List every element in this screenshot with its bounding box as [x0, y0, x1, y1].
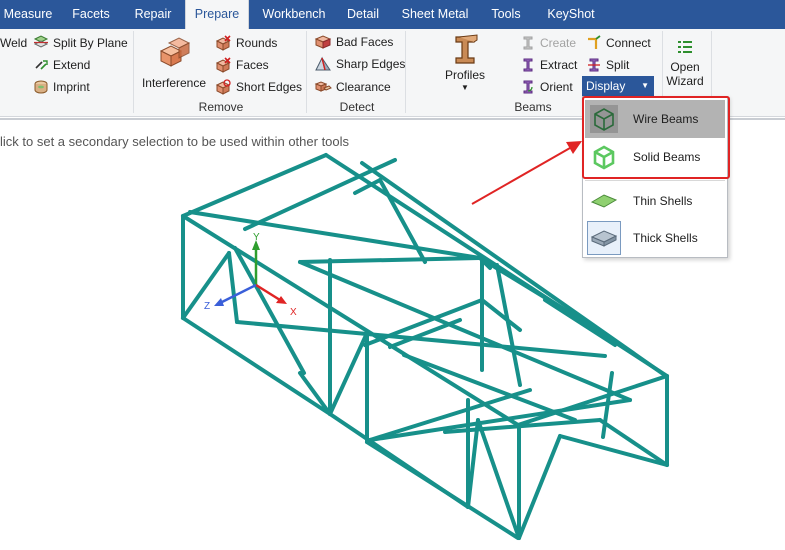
thin-shells-icon	[587, 184, 621, 218]
solid-beams-icon	[587, 140, 621, 174]
thick-shells-icon	[587, 221, 621, 255]
menu-item-label: Thin Shells	[633, 194, 693, 208]
menu-separator	[585, 180, 725, 181]
display-dropdown-menu: Wire Beams Solid Beams Thin Shells Thick…	[582, 96, 728, 258]
menu-item-thin-shells[interactable]: Thin Shells	[585, 182, 725, 220]
app-window: Measure Facets Repair Prepare Workbench …	[0, 0, 785, 550]
axis-label-x: X	[290, 307, 297, 318]
menu-item-label: Thick Shells	[633, 231, 698, 245]
menu-item-thick-shells[interactable]: Thick Shells	[585, 219, 725, 257]
menu-item-wire-beams[interactable]: Wire Beams	[585, 100, 725, 138]
axis-label-z: Z	[204, 301, 210, 312]
menu-item-solid-beams[interactable]: Solid Beams	[585, 138, 725, 176]
beam-frame-model[interactable]: Y X Z	[0, 0, 785, 550]
menu-item-label: Solid Beams	[633, 150, 701, 164]
axis-label-y: Y	[253, 232, 260, 243]
menu-item-label: Wire Beams	[633, 112, 699, 126]
wire-beams-icon	[587, 102, 621, 136]
